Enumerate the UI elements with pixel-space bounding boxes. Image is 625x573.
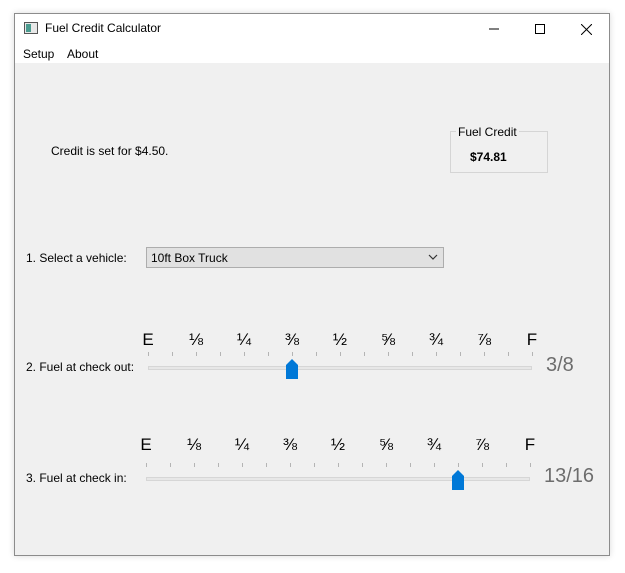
- gauge-mark: ⅜: [282, 435, 298, 454]
- slider-tick: [530, 463, 531, 467]
- slider-tick: [484, 352, 485, 356]
- minimize-icon: [489, 28, 499, 30]
- fuel-credit-value: $74.81: [470, 150, 507, 164]
- gauge-mark: ⅝: [378, 435, 394, 454]
- fuel-out-slider-track[interactable]: [148, 366, 532, 370]
- app-window: Fuel Credit Calculator Setup About Credi…: [14, 13, 610, 556]
- slider-tick: [266, 463, 267, 467]
- menu-about[interactable]: About: [65, 47, 100, 61]
- slider-tick: [338, 463, 339, 467]
- fuel-out-label: 2. Fuel at check out:: [26, 360, 135, 374]
- vehicle-label: 1. Select a vehicle:: [26, 251, 127, 265]
- title-bar[interactable]: Fuel Credit Calculator: [15, 14, 609, 44]
- fuel-out-scale: E ⅛ ¼ ⅜ ½ ⅝ ¾ ⅞ F: [142, 330, 537, 350]
- fuel-in-scale: E ⅛ ¼ ⅜ ½ ⅝ ¾ ⅞ F: [140, 435, 535, 455]
- credit-rate-text: Credit is set for $4.50.: [51, 144, 169, 158]
- slider-tick: [434, 463, 435, 467]
- gauge-mark: ⅛: [188, 330, 204, 349]
- slider-tick: [146, 463, 147, 467]
- slider-tick: [220, 352, 221, 356]
- menu-setup[interactable]: Setup: [21, 47, 56, 61]
- slider-tick: [364, 352, 365, 356]
- slider-tick: [242, 463, 243, 467]
- gauge-mark: E: [142, 330, 154, 349]
- gauge-mark: ⅜: [284, 330, 300, 349]
- slider-tick: [460, 352, 461, 356]
- slider-tick: [194, 463, 195, 467]
- fuel-credit-group-label: Fuel Credit: [456, 125, 519, 139]
- maximize-button[interactable]: [517, 14, 563, 44]
- fuel-in-label: 3. Fuel at check in:: [26, 471, 127, 485]
- gauge-mark: ⅝: [380, 330, 396, 349]
- slider-tick: [314, 463, 315, 467]
- gauge-mark: F: [524, 435, 536, 454]
- fuel-out-ticks: [148, 352, 533, 358]
- gauge-mark: ¼: [234, 435, 250, 454]
- slider-tick: [292, 352, 293, 356]
- slider-tick: [218, 463, 219, 467]
- slider-tick: [148, 352, 149, 356]
- slider-tick: [506, 463, 507, 467]
- slider-tick: [436, 352, 437, 356]
- slider-tick: [362, 463, 363, 467]
- gauge-mark: ⅞: [474, 435, 490, 454]
- fuel-in-slider-track[interactable]: [146, 477, 530, 481]
- slider-tick: [170, 463, 171, 467]
- fuel-in-ticks: [146, 463, 531, 469]
- slider-tick: [196, 352, 197, 356]
- slider-tick: [340, 352, 341, 356]
- slider-tick: [458, 463, 459, 467]
- minimize-button[interactable]: [471, 14, 517, 44]
- fuel-out-readout: 3/8: [546, 354, 574, 376]
- gauge-mark: ⅞: [476, 330, 492, 349]
- fuel-in-slider-thumb[interactable]: [452, 470, 464, 490]
- gauge-mark: ¾: [426, 435, 442, 454]
- vehicle-select[interactable]: 10ft Box Truck: [146, 247, 444, 268]
- gauge-mark: ¾: [428, 330, 444, 349]
- chevron-down-icon: [428, 254, 438, 260]
- menu-bar: Setup About: [15, 44, 609, 63]
- slider-tick: [386, 463, 387, 467]
- slider-tick: [508, 352, 509, 356]
- slider-tick: [290, 463, 291, 467]
- slider-tick: [172, 352, 173, 356]
- close-button[interactable]: [563, 14, 609, 44]
- slider-tick: [244, 352, 245, 356]
- gauge-mark: ½: [332, 330, 348, 349]
- slider-tick: [268, 352, 269, 356]
- maximize-icon: [535, 24, 545, 34]
- slider-tick: [316, 352, 317, 356]
- window-title: Fuel Credit Calculator: [45, 21, 162, 35]
- app-icon: [24, 22, 38, 34]
- slider-tick: [532, 352, 533, 356]
- gauge-mark: F: [526, 330, 538, 349]
- gauge-mark: ⅛: [186, 435, 202, 454]
- close-icon: [580, 23, 592, 35]
- slider-tick: [412, 352, 413, 356]
- gauge-mark: E: [140, 435, 152, 454]
- fuel-out-slider-thumb[interactable]: [286, 359, 298, 379]
- gauge-mark: ½: [330, 435, 346, 454]
- fuel-in-readout: 13/16: [544, 465, 595, 487]
- slider-tick: [388, 352, 389, 356]
- slider-tick: [482, 463, 483, 467]
- slider-tick: [410, 463, 411, 467]
- gauge-mark: ¼: [236, 330, 252, 349]
- vehicle-select-value: 10ft Box Truck: [151, 251, 228, 265]
